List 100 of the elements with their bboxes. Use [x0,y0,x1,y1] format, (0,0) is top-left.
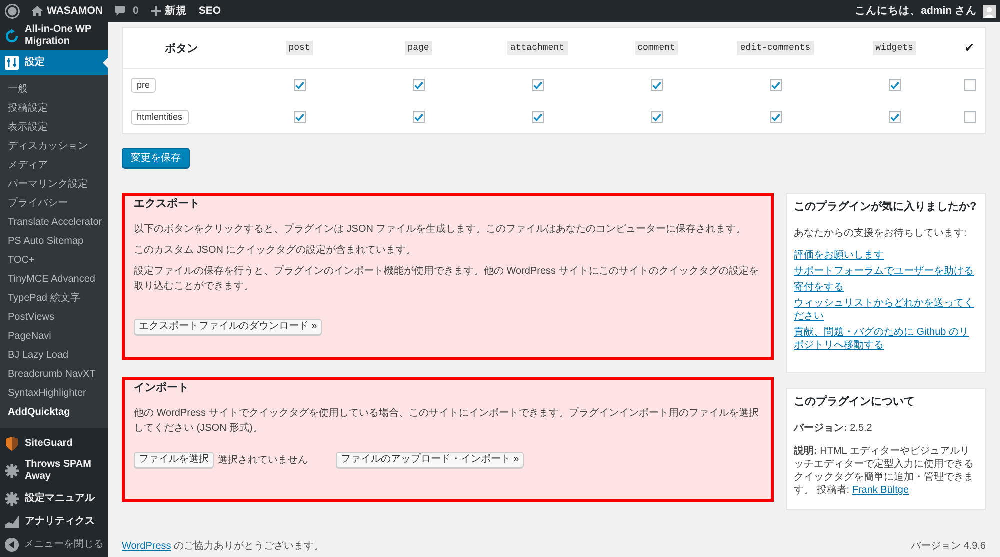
checkbox[interactable] [650,79,662,91]
speech-bubble-icon [115,6,125,16]
column-header: comment [634,41,678,55]
submenu-item[interactable]: TOC+ [0,251,108,270]
checkmark-icon [770,112,780,122]
new-content-link[interactable]: 新規 [150,4,187,18]
collapse-menu-button[interactable]: メニューを閉じる [0,534,108,557]
gear-icon [5,492,19,506]
menu-item[interactable]: アナリティクス [0,510,108,534]
checkbox[interactable] [412,111,424,123]
left-arrow-circle-icon [5,538,19,552]
support-link[interactable]: 評価をお願いします [794,249,884,262]
submenu-item[interactable]: BJ Lazy Load [0,346,108,365]
gear-icon [5,464,19,478]
submenu-item[interactable]: PageNavi [0,327,108,346]
submenu-item[interactable]: パーマリンク設定 [0,175,108,194]
support-link[interactable]: サポートフォーラムでユーザーを助ける [794,265,974,278]
bar-chart-icon [5,515,19,530]
support-link[interactable]: ウィッシュリストからどれかを送ってください [794,297,978,323]
description-text: 説明: HTML エディターやビジュアルリッチエディターで定型入力に使用できるクイックタグを簡単に追加・管理できます。 投稿者: Frank Bültge [794,445,975,497]
checkbox[interactable] [964,111,976,123]
panel-title: インポート [134,381,190,395]
version-text: バージョン: 2.5.2 [794,422,872,436]
quicktag-chip: htmlentities [131,110,189,124]
submenu-item[interactable]: AddQuicktag [0,403,108,422]
home-icon [32,6,43,16]
panel-text: 以下のボタンをクリックすると、プラグインは JSON ファイルを生成します。このファイルはあなたのコンピューターに保存されます。 [134,222,748,237]
checkbox[interactable] [650,111,662,123]
site-name-link[interactable]: WASAMON [32,5,103,17]
upload-import-button[interactable]: ファイルのアップロード・インポート » [336,452,524,468]
checkmark-icon [294,80,304,90]
checkbox[interactable] [964,79,976,91]
submenu-item[interactable]: 投稿設定 [0,99,108,118]
card-title: このプラグインが気に入りましたか? [794,200,977,214]
checkmark-icon [294,112,304,122]
support-link[interactable]: 寄付をする [794,281,844,294]
footer-thanks-text: WordPress のご協力ありがとうございます。 [122,541,324,553]
author-link[interactable]: Frank Bültge [852,485,910,496]
column-header: attachment [507,41,568,55]
checkbox[interactable] [888,79,900,91]
checkbox[interactable] [770,79,782,91]
submenu-item[interactable]: PostViews [0,308,108,327]
shield-icon [5,436,19,451]
column-header: post [286,41,314,55]
checkmark-icon [652,80,662,90]
menu-item[interactable]: 設定マニュアル [0,488,108,511]
comments-link[interactable]: 0 [115,5,139,17]
submenu-item[interactable]: メディア [0,156,108,175]
checkmark-icon [414,112,424,122]
submenu-item[interactable]: 表示設定 [0,118,108,137]
checkbox[interactable] [294,111,306,123]
export-download-button[interactable]: エクスポートファイルのダウンロード » [134,319,322,335]
panel-text: 他の WordPress サイトでクイックタグを使用している場合、このサイトにインポートできます。プラグインインポート用のファイルを選択してください (JSON 形式)。 [134,406,760,436]
submenu-item[interactable]: Translate Accelerator [0,213,108,232]
panel-title: エクスポート [134,197,201,211]
wordpress-link[interactable]: WordPress [122,541,172,552]
checkmark-icon [532,112,542,122]
checkmark-icon [890,80,900,90]
submenu-item[interactable]: プライバシー [0,194,108,213]
column-header: ボタン [165,42,198,56]
menu-item[interactable]: Throws SPAM Away [0,455,108,488]
column-header: widgets [872,41,916,55]
submenu-item[interactable]: ディスカッション [0,137,108,156]
checkmark-icon [770,80,780,90]
support-link[interactable]: 貢献、問題・バグのために Github のリポジトリへ移動する [794,326,978,352]
checkmark-icon [414,80,424,90]
quicktag-chip: pre [131,78,156,92]
panel-text: 設定ファイルの保存を行うと、プラグインのインポート機能が使用できます。他の WordPress サイトにこのサイトのクイックタグの設定を取り込むことができます。 [134,264,760,294]
menu-item[interactable]: SiteGuard [0,432,108,456]
checkmark-icon [890,112,900,122]
choose-file-button[interactable]: ファイルを選択 [134,452,214,468]
submenu-item[interactable]: PS Auto Sitemap [0,232,108,251]
checkbox[interactable] [532,79,544,91]
plus-icon [150,6,161,16]
avatar-icon [983,4,996,18]
card-title: このプラグインについて [794,394,915,409]
submenu-item[interactable]: 一般 [0,80,108,99]
seo-link[interactable]: SEO [198,5,222,17]
column-header: page [404,41,432,55]
card-text: あなたからの支援をお待ちしています: [794,227,967,241]
circular-arrow-icon [5,29,19,43]
checkbox[interactable] [412,79,424,91]
submenu-item[interactable]: SyntaxHighlighter [0,384,108,403]
logo-icon[interactable] [5,4,20,18]
checkbox[interactable] [770,111,782,123]
checkbox[interactable] [532,111,544,123]
submenu-item[interactable]: TypePad 絵文字 [0,289,108,308]
checkbox[interactable] [294,79,306,91]
submenu-item[interactable]: Breadcrumb NavXT [0,365,108,384]
file-status-text: 選択されていません [218,454,308,467]
menu-item[interactable]: All-in-One WP Migration [0,22,108,50]
submenu-item[interactable]: TinyMCE Advanced [0,270,108,289]
menu-item[interactable]: 設定 [0,50,108,75]
checkbox[interactable] [888,111,900,123]
panel-text: このカスタム JSON にクイックタグの設定が含まれています。 [134,244,418,258]
account-link[interactable]: こんにちは、admin さん [855,4,996,18]
save-changes-button[interactable]: 変更を保存 [122,148,190,168]
checkmark-icon [532,80,542,90]
settings-icon [5,56,19,70]
checkmark-icon [652,112,662,122]
